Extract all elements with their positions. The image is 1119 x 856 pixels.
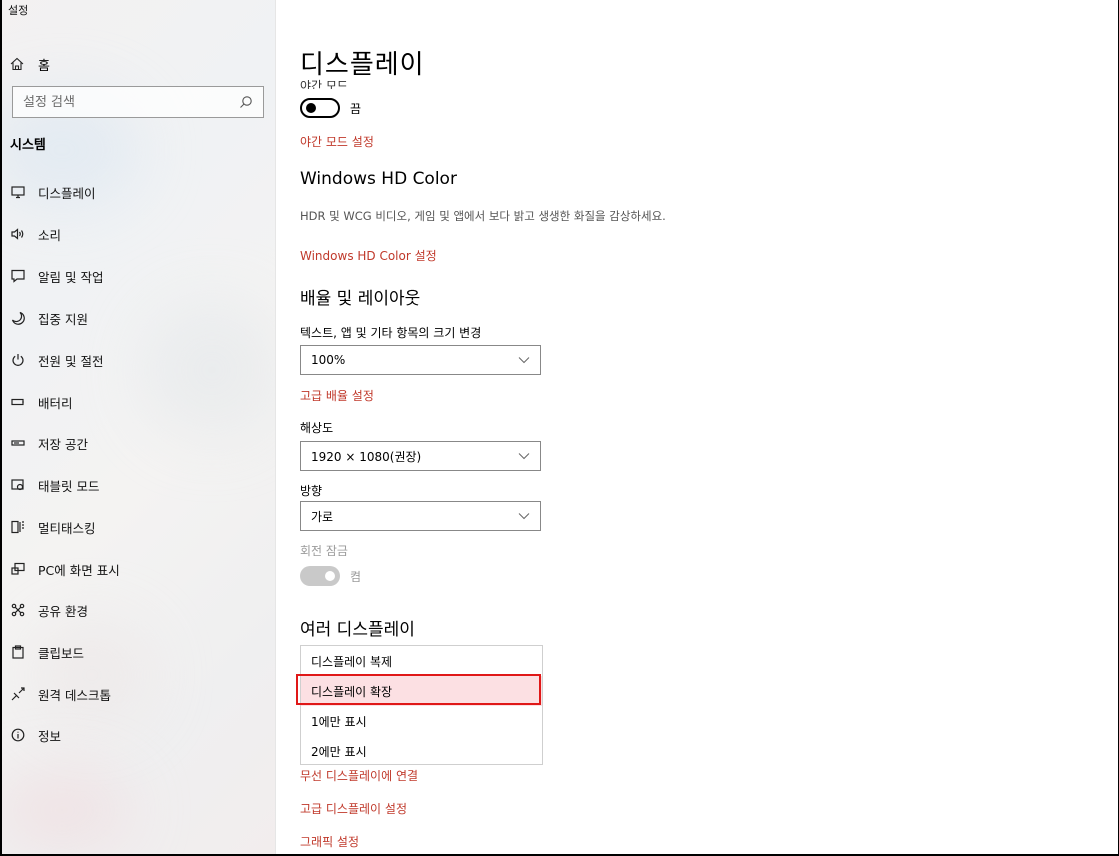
sidebar-item-about[interactable]: 정보 [10, 723, 260, 747]
multi-display-option-extend[interactable]: 디스플레이 확장 [301, 676, 542, 706]
advanced-display-settings-link[interactable]: 고급 디스플레이 설정 [300, 800, 407, 817]
home-nav[interactable]: 홈 [10, 54, 50, 74]
graphics-settings-link[interactable]: 그래픽 설정 [300, 833, 359, 850]
sidebar-item-label: 클립보드 [38, 645, 85, 661]
tablet-icon [11, 479, 24, 491]
sidebar-item-label: 소리 [38, 227, 62, 243]
sidebar-item-sound[interactable]: 소리 [10, 222, 260, 246]
sidebar-item-multitasking[interactable]: 멀티태스킹 [10, 515, 260, 539]
scale-dropdown[interactable]: 100% [300, 345, 541, 375]
rotation-lock-label: 회전 잠금 [300, 544, 348, 558]
sidebar-item-label: 저장 공간 [38, 436, 88, 452]
scale-layout-heading: 배율 및 레이아웃 [300, 289, 421, 309]
advanced-scaling-link[interactable]: 고급 배율 설정 [300, 387, 374, 404]
sidebar-item-label: 배터리 [38, 395, 73, 411]
project-icon [11, 562, 25, 575]
sidebar-item-label: 멀티태스킹 [38, 520, 96, 536]
hd-color-description: HDR 및 WCG 비디오, 게임 및 앱에서 보다 밝고 생생한 화질을 감상… [300, 209, 666, 223]
night-mode-label: 야간 모드 [300, 79, 348, 89]
main-content: 디스플레이 야간 모드 끔 야간 모드 설정 Windows HD Color … [277, 0, 1118, 854]
chevron-down-icon [518, 357, 530, 364]
speaker-icon [11, 228, 24, 240]
chevron-down-icon [518, 453, 530, 460]
wireless-display-link[interactable]: 무선 디스플레이에 연결 [300, 767, 418, 784]
night-mode-toggle[interactable] [300, 98, 340, 118]
hd-color-settings-link[interactable]: Windows HD Color 설정 [300, 247, 437, 264]
sidebar-item-display[interactable]: 디스플레이 [10, 180, 260, 204]
night-mode-settings-link[interactable]: 야간 모드 설정 [300, 133, 374, 150]
multi-display-option-only-1[interactable]: 1에만 표시 [301, 706, 542, 736]
page-title: 디스플레이 [300, 50, 425, 80]
battery-icon [11, 398, 24, 406]
multi-display-heading: 여러 디스플레이 [300, 620, 415, 640]
settings-window: 설정 홈 시스템 디스플레이 소리 알림 및 작업 집중 지원 전원 [0, 0, 1119, 856]
sidebar-item-remote-desktop[interactable]: 원격 데스크톱 [10, 682, 260, 706]
sidebar-item-label: 전원 및 절전 [38, 353, 104, 369]
notification-icon [11, 269, 25, 283]
power-icon [12, 354, 24, 366]
home-label: 홈 [38, 58, 50, 74]
resolution-dropdown[interactable]: 1920 × 1080(권장) [300, 441, 541, 471]
resolution-value: 1920 × 1080(권장) [311, 449, 422, 464]
sidebar-item-label: PC에 화면 표시 [38, 562, 120, 578]
info-icon [11, 728, 25, 742]
sidebar-item-label: 집중 지원 [38, 311, 88, 327]
sidebar-item-storage[interactable]: 저장 공간 [10, 431, 260, 455]
orientation-dropdown[interactable]: 가로 [300, 501, 541, 531]
remote-icon [11, 687, 25, 701]
sidebar-item-battery[interactable]: 배터리 [10, 390, 260, 414]
sidebar-item-label: 알림 및 작업 [38, 269, 104, 285]
background-blob [2, 770, 132, 850]
multitasking-icon [11, 520, 24, 534]
sidebar-item-label: 디스플레이 [38, 185, 96, 201]
sidebar-item-notifications[interactable]: 알림 및 작업 [10, 264, 260, 288]
multi-display-option-only-2[interactable]: 2에만 표시 [301, 736, 542, 766]
clipboard-icon [12, 645, 24, 659]
hd-color-heading: Windows HD Color [300, 169, 457, 189]
sidebar-item-label: 태블릿 모드 [38, 478, 100, 494]
rotation-lock-state: 켬 [350, 569, 362, 584]
monitor-icon [11, 186, 25, 199]
multi-display-list[interactable]: 디스플레이 복제 디스플레이 확장 1에만 표시 2에만 표시 [300, 645, 543, 765]
night-mode-state: 끔 [350, 101, 362, 116]
moon-icon [11, 311, 25, 325]
sidebar-item-focus-assist[interactable]: 집중 지원 [10, 306, 260, 330]
search-input[interactable] [23, 94, 223, 110]
orientation-label: 방향 [300, 484, 323, 498]
app-title: 설정 [8, 4, 29, 17]
sidebar-item-clipboard[interactable]: 클립보드 [10, 640, 260, 664]
resolution-label: 해상도 [300, 421, 334, 435]
sidebar-item-label: 정보 [38, 728, 62, 744]
background-blob [32, 620, 152, 730]
search-icon[interactable] [239, 95, 253, 109]
section-title: 시스템 [10, 138, 46, 153]
scale-value: 100% [311, 353, 346, 367]
sidebar-item-project[interactable]: PC에 화면 표시 [10, 557, 260, 581]
sidebar-item-power[interactable]: 전원 및 절전 [10, 348, 260, 372]
rotation-lock-row: 켬 [300, 566, 361, 586]
chevron-down-icon [518, 513, 530, 520]
storage-icon [11, 440, 25, 446]
sidebar: 설정 홈 시스템 디스플레이 소리 알림 및 작업 집중 지원 전원 [2, 0, 276, 854]
home-icon [10, 57, 24, 71]
sidebar-item-label: 원격 데스크톱 [38, 687, 111, 703]
shared-icon [11, 603, 25, 617]
rotation-lock-toggle [300, 566, 340, 586]
multi-display-option-duplicate[interactable]: 디스플레이 복제 [301, 646, 542, 676]
night-mode-toggle-row: 끔 [300, 98, 361, 118]
sidebar-item-tablet-mode[interactable]: 태블릿 모드 [10, 473, 260, 497]
scale-label: 텍스트, 앱 및 기타 항목의 크기 변경 [300, 326, 482, 340]
sidebar-item-shared[interactable]: 공유 환경 [10, 598, 260, 622]
sidebar-item-label: 공유 환경 [38, 603, 88, 619]
search-box[interactable] [12, 86, 264, 118]
orientation-value: 가로 [311, 509, 334, 524]
